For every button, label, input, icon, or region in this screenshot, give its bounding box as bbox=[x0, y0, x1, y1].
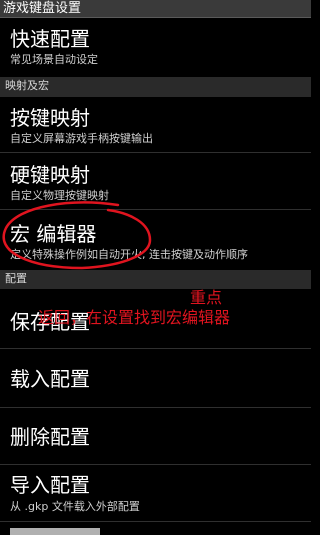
menu-item-title: 删除配置 bbox=[10, 425, 90, 449]
menu-item-subtitle: 自定义屏幕游戏手柄按键输出 bbox=[10, 132, 153, 145]
menu-item-quick-config[interactable]: 快速配置 常见场景自动设定 bbox=[0, 20, 311, 74]
section-label: 配置 bbox=[5, 272, 27, 285]
menu-item-title: 载入配置 bbox=[10, 367, 90, 391]
window-title: 游戏键盘设置 bbox=[3, 1, 82, 16]
menu-item-delete-config[interactable]: 删除配置 bbox=[0, 408, 311, 464]
menu-item-title: 导入配置 bbox=[10, 473, 90, 497]
menu-item-subtitle: 定义特殊操作例如自动开火, 连击按键及动作顺序 bbox=[10, 248, 248, 261]
menu-item-subtitle: 自定义物理按键映射 bbox=[10, 189, 109, 202]
menu-item-hardkey-mapping[interactable]: 硬键映射 自定义物理按键映射 bbox=[0, 153, 311, 209]
section-header-mapping-macro: 映射及宏 bbox=[0, 77, 311, 97]
menu-item-key-mapping[interactable]: 按键映射 自定义屏幕游戏手柄按键输出 bbox=[0, 97, 311, 152]
section-header-config: 配置 bbox=[0, 270, 311, 289]
title-bar: 游戏键盘设置 bbox=[0, 0, 311, 18]
annotation-instruction: 返回，在设置找到宏编辑器 bbox=[38, 308, 231, 327]
game-keyboard-settings-screen: 游戏键盘设置 快速配置 常见场景自动设定 映射及宏 按键映射 自定义屏幕游戏手柄… bbox=[0, 0, 311, 535]
menu-item-partial[interactable] bbox=[0, 522, 311, 535]
menu-item-title: 按键映射 bbox=[10, 106, 90, 130]
section-label: 映射及宏 bbox=[5, 79, 49, 92]
menu-item-title: 快速配置 bbox=[10, 27, 90, 51]
menu-item-import-config[interactable]: 导入配置 从 .gkp 文件载入外部配置 bbox=[0, 465, 311, 521]
menu-item-subtitle: 常见场景自动设定 bbox=[10, 53, 98, 66]
menu-item-macro-editor[interactable]: 宏 编辑器 定义特殊操作例如自动开火, 连击按键及动作顺序 bbox=[0, 210, 311, 268]
menu-item-subtitle: 从 .gkp 文件载入外部配置 bbox=[10, 500, 140, 513]
menu-item-title: 硬键映射 bbox=[10, 163, 90, 187]
menu-item-title: 宏 编辑器 bbox=[10, 222, 97, 246]
partial-item-text bbox=[10, 528, 100, 535]
menu-item-load-config[interactable]: 载入配置 bbox=[0, 349, 311, 407]
